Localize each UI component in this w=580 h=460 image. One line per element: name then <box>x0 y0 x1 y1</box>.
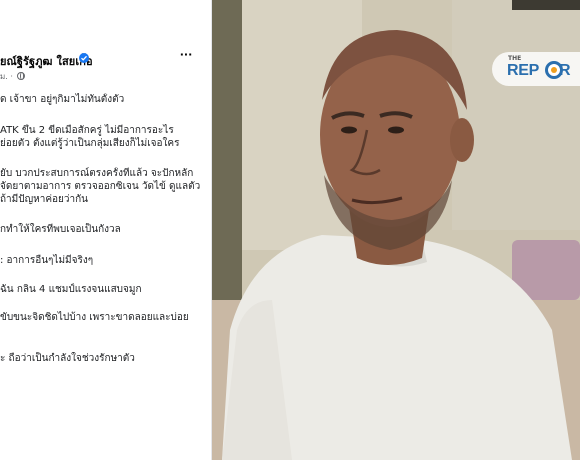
post-line: จัดยาตามอาการ ตรวจออกซิเจน วัดไข้ ดูแลตั… <box>0 181 201 192</box>
post-line: ยับ บวกประสบการณ์ตรงครั้งที่แล้ว จะปักหล… <box>0 168 194 179</box>
logo-small-text: THE <box>508 55 522 62</box>
post-line: ATK ขึ้น 2 ขีดเมื่อสักครู่ ไม่มีอาการอะไ… <box>0 125 174 136</box>
facebook-post: ยณ์ฐิรัฐภูฒ ใสยเกื้อ ม. · ··· ด เจ้าขา อ… <box>0 0 212 460</box>
logo-target-icon <box>545 61 563 79</box>
post-line: : อาการอื่นๆไม่มีจริงๆ <box>0 255 94 266</box>
logo-wordmark-prefix: REP <box>507 62 539 79</box>
post-line: กทำให้ใครที่พบเจอเป็นกังวล <box>0 224 121 235</box>
post-line: ด เจ้าขา อยู่ๆกิมาไม่ทันตั้งตัว <box>0 94 125 105</box>
post-line: ฉัน กลิ่น 4 แชมป์แรงจนแสบจมูก <box>0 284 142 295</box>
post-line: ขับขนะจิดชิดไปบ้าง เพราะขาดลอยและบ่อย <box>0 312 189 323</box>
post-line: ะ ถือว่าเป็นกำลังใจช่วงรักษาตัว <box>0 353 135 364</box>
post-line: ถ้ามีปัญหาค่อยว่ากัน <box>0 194 89 205</box>
the-reporters-logo: THE REP R <box>492 52 580 86</box>
post-line: ย่อยตัว ตั้งแต่รู้ว่าเป็นกลุ่มเสี่ยงก็ไม… <box>0 138 180 149</box>
post-body: ด เจ้าขา อยู่ๆกิมาไม่ทันตั้งตัว ATK ขึ้น… <box>0 0 212 460</box>
